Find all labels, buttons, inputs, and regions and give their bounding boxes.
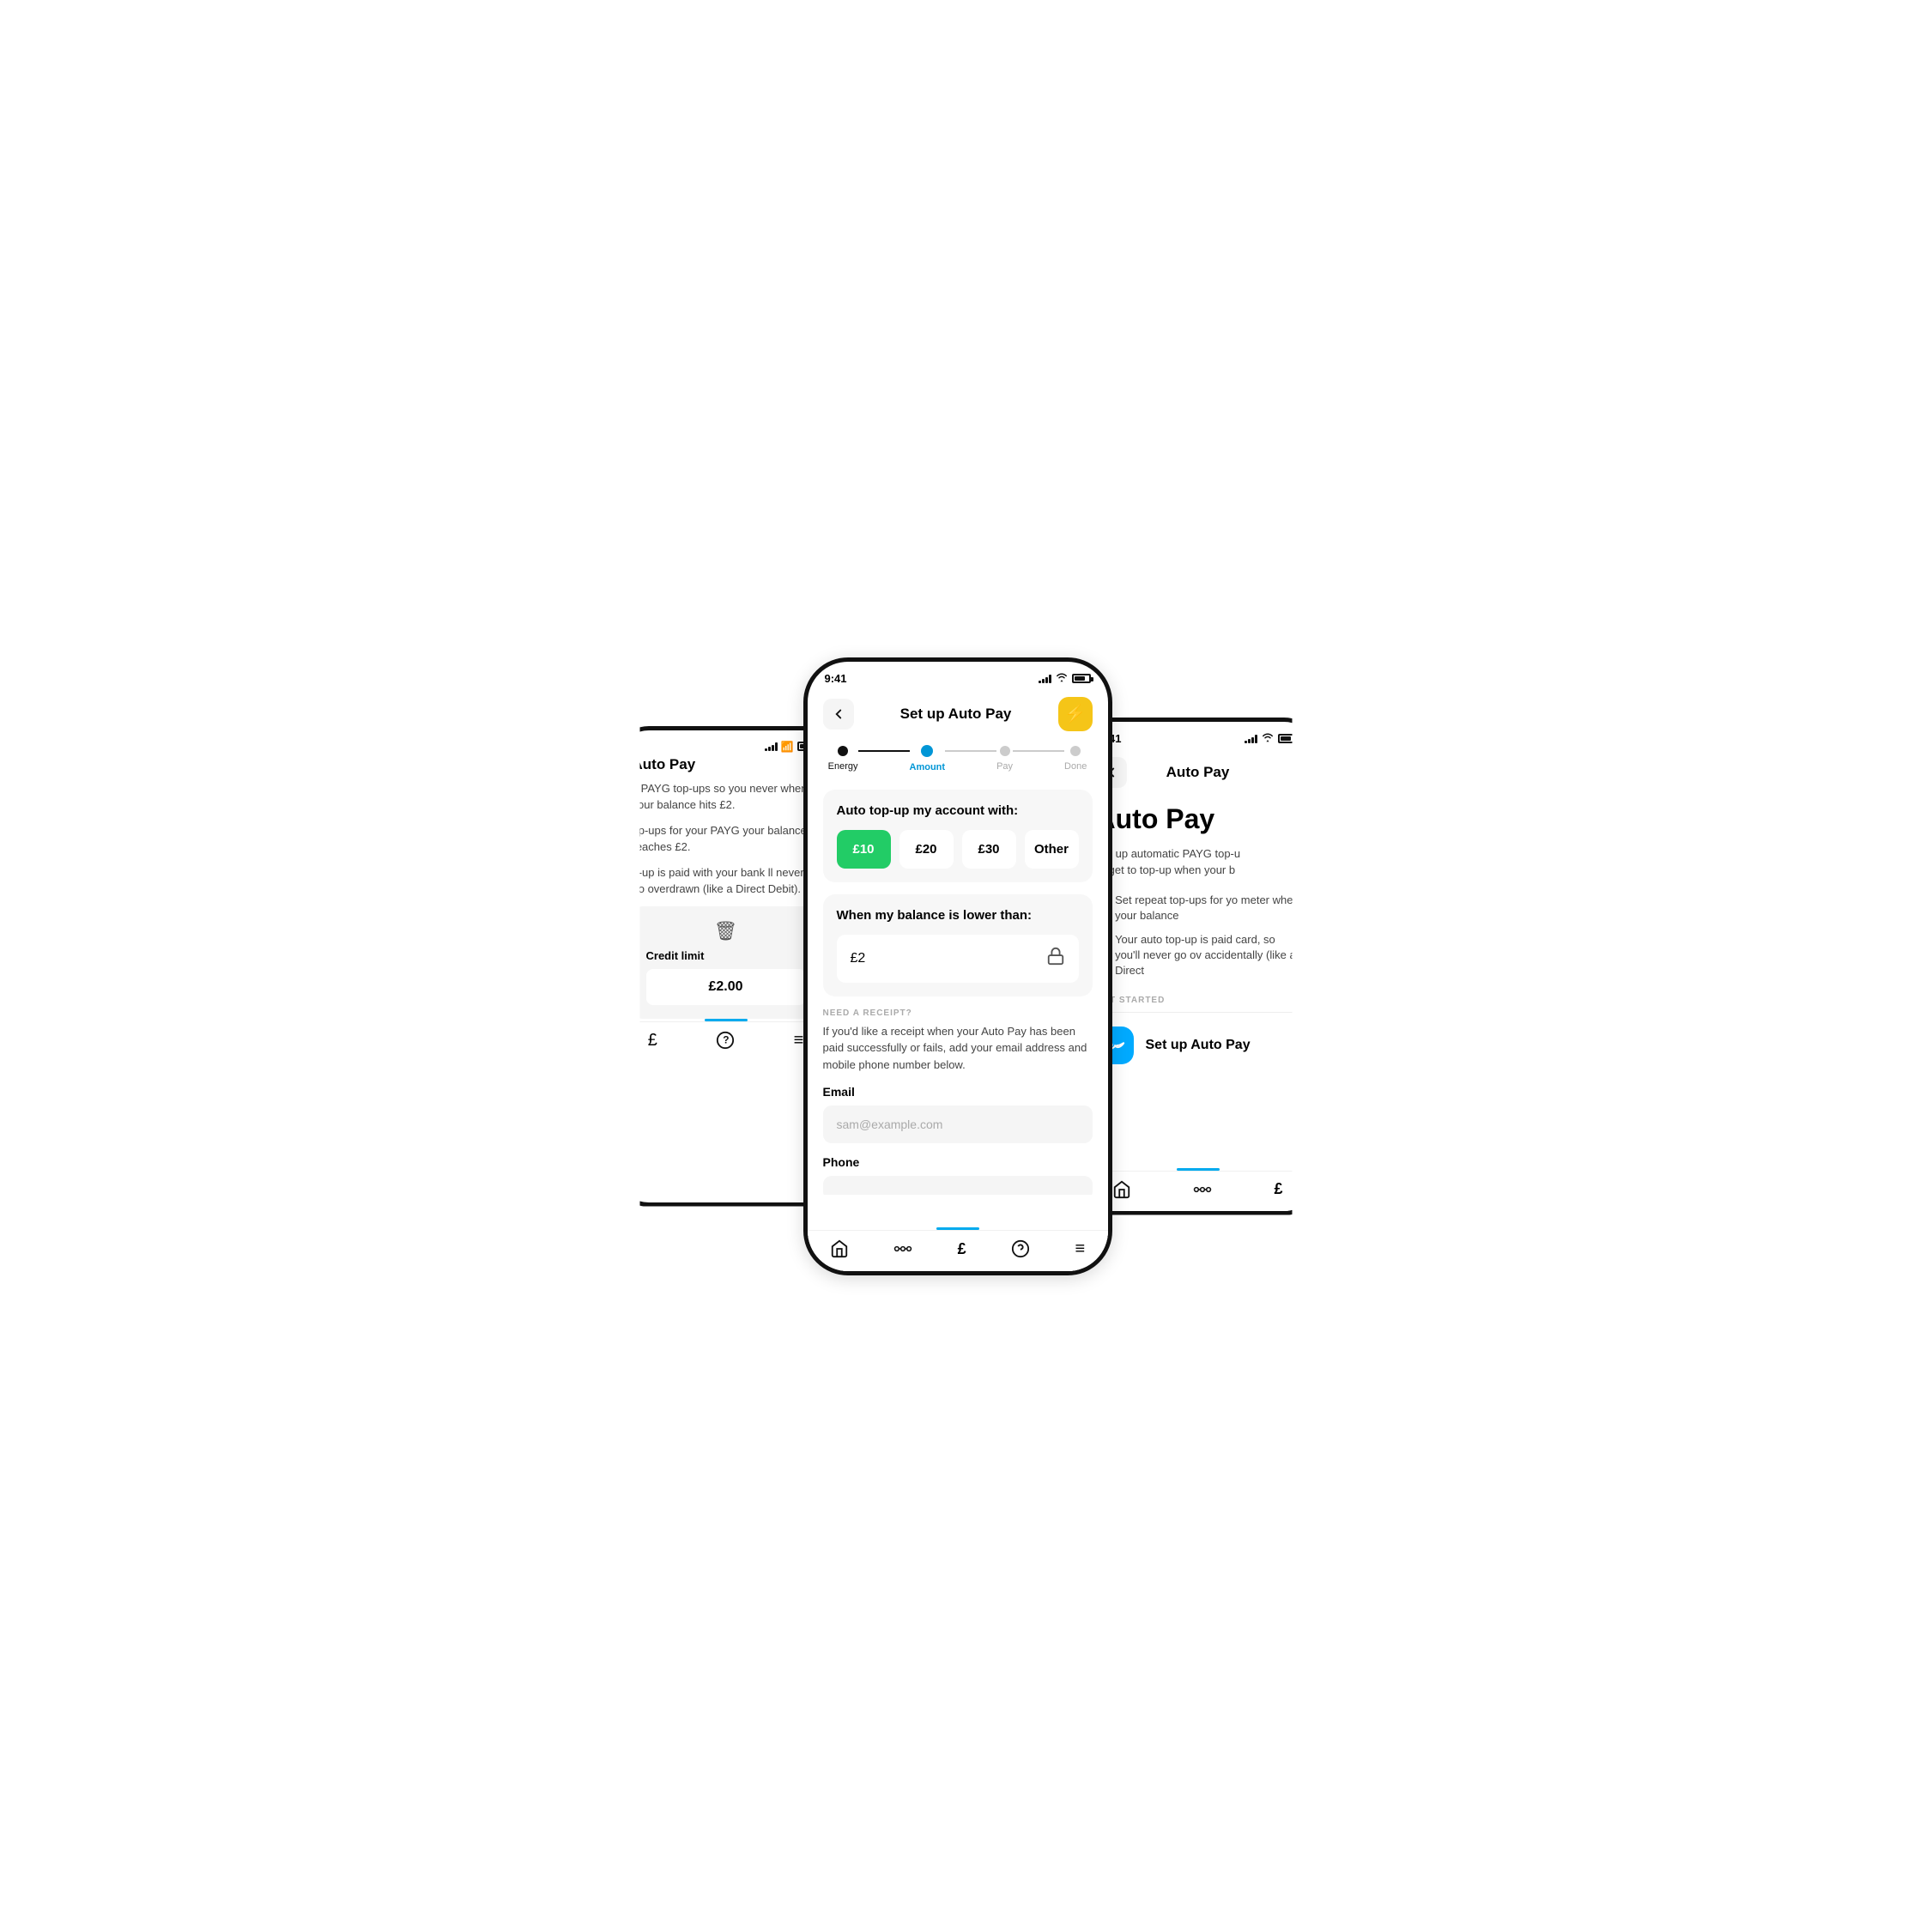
receipt-label: NEED A RECEIPT? — [823, 1008, 1093, 1018]
right-status-bar: 9:41 — [1082, 722, 1314, 748]
step-dot-amount — [921, 745, 933, 757]
left-title: Auto Pay — [633, 756, 820, 773]
check-item-2: ✓ Your auto top-up is paid card, so you'… — [1096, 932, 1300, 979]
header-action-icon[interactable]: ⚡ — [1058, 697, 1093, 731]
auto-pay-big-title: Auto Pay — [1096, 803, 1300, 835]
center-status-icons — [1039, 672, 1091, 685]
email-placeholder: sam@example.com — [837, 1117, 943, 1131]
right-wifi-icon — [1261, 732, 1275, 745]
check-text-1: Set repeat top-ups for yo meter when you… — [1115, 893, 1299, 924]
screen-container: 📶 Auto Pay c PAYG top-ups so you never w… — [512, 623, 1421, 1310]
step-pay: Pay — [996, 746, 1013, 772]
nav-item-menu[interactable]: ≡ — [794, 1031, 804, 1051]
step-dot-energy — [838, 746, 848, 756]
topup-card: Auto top-up my account with: £10 £20 £30… — [823, 790, 1093, 882]
balance-row: £2 — [837, 935, 1079, 983]
center-nav-home[interactable] — [830, 1239, 849, 1258]
right-header-title: Auto Pay — [1166, 764, 1230, 781]
right-battery-icon — [1278, 734, 1297, 743]
progress-steps: Energy Amount Pay Done — [823, 745, 1093, 772]
step-label-amount: Amount — [910, 762, 946, 772]
right-phone: 9:41 — [1078, 718, 1318, 1215]
step-dot-done — [1070, 746, 1081, 756]
center-nav-menu[interactable]: ≡ — [1075, 1239, 1086, 1259]
right-nav-currency[interactable]: £ — [1274, 1180, 1282, 1198]
center-wifi-icon — [1055, 672, 1069, 685]
right-nav-bar: £ — [1082, 1171, 1314, 1211]
right-signal-icon — [1245, 734, 1257, 743]
step-label-energy: Energy — [828, 761, 858, 772]
center-time: 9:41 — [825, 672, 847, 685]
step-line-1 — [858, 750, 910, 752]
amount-grid: £10 £20 £30 Other — [837, 830, 1079, 869]
center-signal-icon — [1039, 674, 1051, 683]
amount-btn-other[interactable]: Other — [1025, 830, 1079, 869]
phone-label: Phone — [823, 1155, 1093, 1169]
center-nav-help[interactable] — [1011, 1239, 1030, 1258]
left-text-2: op-ups for your PAYG your balance reache… — [633, 822, 820, 856]
step-label-pay: Pay — [996, 761, 1013, 772]
auto-pay-desc: Set up automatic PAYG top-uforget to top… — [1096, 845, 1300, 879]
left-nav-bar: £ ? ≡ — [619, 1021, 833, 1063]
back-button[interactable] — [823, 699, 854, 730]
wifi-icon: 📶 — [781, 741, 794, 753]
svg-text:?: ? — [723, 1034, 729, 1046]
center-phone: 9:41 — [803, 657, 1112, 1275]
balance-card-title: When my balance is lower than: — [837, 908, 1079, 923]
center-nav-currency[interactable]: £ — [958, 1240, 966, 1258]
credit-amount: £2.00 — [646, 969, 806, 1005]
amount-btn-10[interactable]: £10 — [837, 830, 891, 869]
right-nav-activity[interactable] — [1193, 1180, 1212, 1199]
header-title: Set up Auto Pay — [900, 706, 1012, 723]
right-header: Auto Pay — [1082, 748, 1314, 796]
right-nav-home[interactable] — [1112, 1180, 1131, 1199]
step-amount: Amount — [910, 745, 946, 772]
get-started-label: GET STARTED — [1096, 996, 1300, 1005]
lock-icon — [1046, 947, 1065, 971]
receipt-section: NEED A RECEIPT? If you'd like a receipt … — [823, 1008, 1093, 1195]
trash-icon: 🗑 — [646, 920, 806, 942]
center-battery-icon — [1072, 674, 1091, 683]
divider — [1096, 1012, 1300, 1013]
email-label: Email — [823, 1085, 1093, 1099]
check-list: ✓ Set repeat top-ups for yo meter when y… — [1096, 893, 1300, 979]
right-content: Auto Pay Set up automatic PAYG top-uforg… — [1082, 803, 1314, 1069]
center-nav-activity[interactable] — [893, 1239, 912, 1258]
setup-btn-label: Set up Auto Pay — [1146, 1038, 1251, 1053]
center-nav-bar: £ ≡ — [808, 1230, 1108, 1271]
step-line-3 — [1013, 750, 1064, 752]
nav-item-currency[interactable]: £ — [648, 1031, 657, 1051]
amount-btn-20[interactable]: £20 — [899, 830, 954, 869]
center-header: Set up Auto Pay ⚡ — [823, 688, 1093, 745]
step-done: Done — [1064, 746, 1087, 772]
left-content: Auto Pay c PAYG top-ups so you never whe… — [619, 756, 833, 1019]
signal-icon — [765, 742, 778, 751]
left-text-3: o-up is paid with your bank ll never go … — [633, 864, 820, 898]
credit-card: 🗑 Credit limit £2.00 — [633, 906, 820, 1019]
phone-input[interactable] — [823, 1176, 1093, 1195]
step-line-2 — [945, 750, 996, 752]
step-dot-pay — [1000, 746, 1010, 756]
step-label-done: Done — [1064, 761, 1087, 772]
left-text-1: c PAYG top-ups so you never when your ba… — [633, 780, 820, 814]
email-input[interactable]: sam@example.com — [823, 1105, 1093, 1143]
nav-item-help[interactable]: ? — [716, 1031, 735, 1050]
amount-btn-30[interactable]: £30 — [962, 830, 1016, 869]
balance-value: £2 — [851, 951, 866, 966]
check-text-2: Your auto top-up is paid card, so you'll… — [1115, 932, 1299, 979]
credit-limit-label: Credit limit — [646, 949, 806, 962]
balance-card: When my balance is lower than: £2 — [823, 894, 1093, 996]
step-energy: Energy — [828, 746, 858, 772]
topup-card-title: Auto top-up my account with: — [837, 803, 1079, 818]
center-status-bar: 9:41 — [808, 662, 1108, 688]
receipt-desc: If you'd like a receipt when your Auto P… — [823, 1023, 1093, 1074]
right-status-icons — [1245, 732, 1297, 745]
check-item-1: ✓ Set repeat top-ups for yo meter when y… — [1096, 893, 1300, 924]
left-status-bar: 📶 — [619, 730, 833, 756]
setup-auto-pay-button[interactable]: Set up Auto Pay — [1096, 1023, 1300, 1068]
